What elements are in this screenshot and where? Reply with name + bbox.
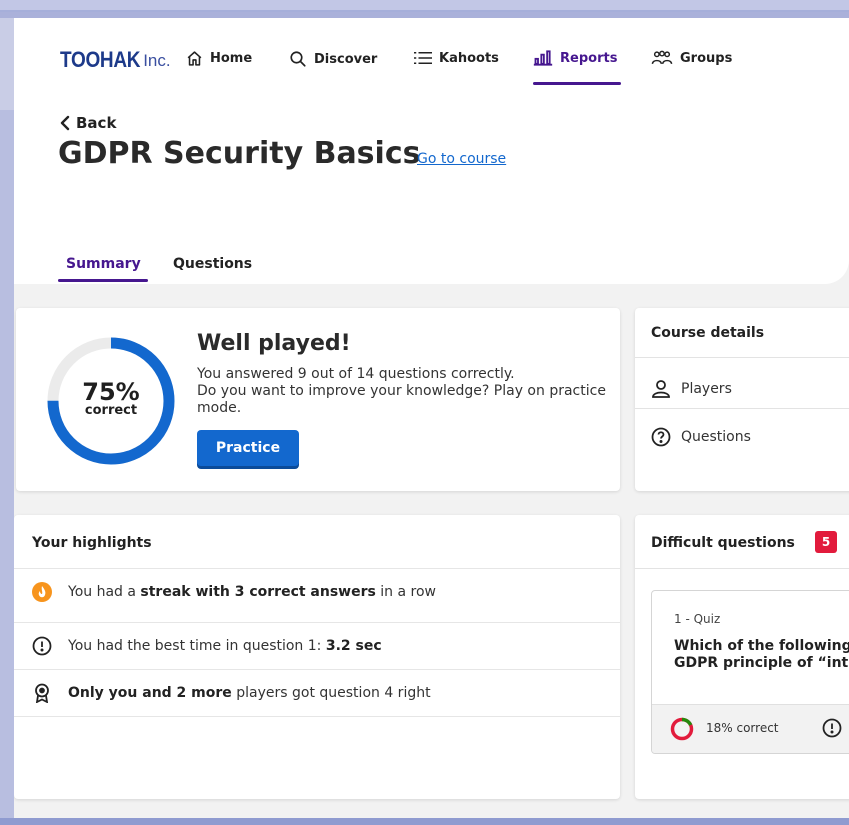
page-title: GDPR Security Basics: [58, 136, 421, 171]
detail-label-questions: Questions: [681, 429, 751, 445]
question-text: Which of the following GDPR principle of…: [674, 638, 849, 672]
detail-row-questions: Questions: [651, 427, 751, 447]
summary-card: 75% correct Well played! You answered 9 …: [16, 308, 620, 491]
highlight-text-post: in a row: [375, 584, 436, 600]
difficult-questions-card: Difficult questions 5 1 - Quiz Which of …: [635, 515, 849, 799]
person-icon: [652, 380, 670, 398]
chevron-left-icon: [60, 115, 70, 131]
window-top-shadow: [0, 10, 849, 18]
highlight-item: Only you and 2 more players got question…: [14, 669, 620, 717]
highlight-text-pre: You had a: [68, 584, 141, 600]
nav-label-discover: Discover: [314, 51, 378, 67]
nav-label-reports: Reports: [560, 50, 618, 66]
groups-icon: [651, 50, 673, 65]
window-bottom-strip: [0, 818, 849, 825]
nav-item-reports[interactable]: Reports: [533, 50, 617, 66]
nav-item-home[interactable]: Home: [186, 50, 252, 67]
highlight-text-bold: Only you and 2 more: [68, 685, 232, 701]
tab-questions[interactable]: Questions: [173, 256, 252, 272]
nav-active-indicator: [533, 82, 621, 85]
divider: [635, 568, 849, 569]
difficult-count-badge: 5: [815, 531, 837, 553]
difficult-questions-title: Difficult questions: [651, 535, 795, 551]
difficult-question-card[interactable]: 1 - Quiz Which of the following GDPR pri…: [651, 590, 849, 754]
tab-active-indicator: [58, 279, 148, 282]
highlight-item: You had a streak with 3 correct answers …: [14, 568, 620, 615]
flame-icon: [32, 582, 52, 602]
brand-suffix: Inc.: [143, 51, 171, 70]
bar-chart-icon: [533, 50, 553, 66]
page-header: TOOHAK Inc. Home Discover Kahoots Report…: [14, 18, 849, 284]
clock-icon: [822, 718, 842, 738]
highlight-text: You had a streak with 3 correct answers …: [68, 584, 436, 600]
back-label: Back: [76, 114, 117, 132]
highlights-card: Your highlights You had a streak with 3 …: [14, 515, 620, 799]
question-correct-label: 18% correct: [706, 721, 779, 735]
nav-label-groups: Groups: [680, 50, 733, 66]
result-line-2: Do you want to improve your knowledge? P…: [197, 383, 606, 416]
question-footer: 18% correct: [652, 704, 849, 753]
brand-logo[interactable]: TOOHAK Inc.: [60, 48, 171, 73]
highlight-text-bold: streak with 3 correct answers: [140, 584, 376, 600]
nav-label-kahoots: Kahoots: [439, 50, 499, 66]
highlight-text-pre: You had the best time in question 1:: [68, 638, 326, 654]
go-to-course-link[interactable]: Go to course: [417, 151, 506, 167]
detail-label-players: Players: [681, 381, 732, 397]
result-text: You answered 9 out of 14 questions corre…: [197, 366, 607, 417]
home-icon: [187, 51, 202, 66]
list-icon: [414, 52, 432, 64]
brand-name: TOOHAK: [60, 48, 141, 73]
course-details-card: Course details Players Questions: [635, 308, 849, 491]
question-type: 1 - Quiz: [674, 612, 721, 626]
question-circle-icon: [651, 427, 671, 447]
detail-row-players: Players: [651, 380, 732, 398]
app-window: TOOHAK Inc. Home Discover Kahoots Report…: [14, 18, 849, 818]
highlights-title: Your highlights: [32, 535, 152, 551]
score-correct-label: correct: [84, 403, 138, 418]
nav-item-kahoots[interactable]: Kahoots: [414, 50, 499, 66]
highlight-text: Only you and 2 more players got question…: [68, 685, 431, 701]
result-heading: Well played!: [197, 331, 351, 356]
nav-label-home: Home: [210, 51, 253, 66]
result-line-1: You answered 9 out of 14 questions corre…: [197, 366, 515, 382]
score-percent: 75%: [82, 378, 140, 406]
highlight-text: You had the best time in question 1: 3.2…: [68, 638, 382, 654]
highlight-item: You had the best time in question 1: 3.2…: [14, 622, 620, 669]
search-icon: [290, 51, 306, 67]
highlight-text-bold: 3.2 sec: [325, 638, 382, 654]
divider: [635, 408, 849, 409]
clock-icon: [32, 636, 52, 656]
back-link[interactable]: Back: [60, 114, 116, 132]
course-details-title: Course details: [651, 325, 765, 341]
divider: [635, 357, 849, 358]
nav-item-groups[interactable]: Groups: [651, 50, 732, 66]
award-icon: [32, 683, 52, 703]
nav-item-discover[interactable]: Discover: [289, 50, 377, 68]
question-text-line-1: Which of the following: [674, 638, 849, 654]
practice-button[interactable]: Practice: [197, 430, 299, 466]
correct-rate-donut: [670, 717, 694, 741]
tab-summary[interactable]: Summary: [66, 256, 141, 272]
top-nav: TOOHAK Inc.: [60, 46, 171, 76]
question-text-line-2: GDPR principle of “int: [674, 655, 849, 671]
highlight-text-post: players got question 4 right: [231, 685, 431, 701]
background-panel-edge: [0, 110, 14, 825]
score-label: 75% correct: [46, 380, 176, 418]
